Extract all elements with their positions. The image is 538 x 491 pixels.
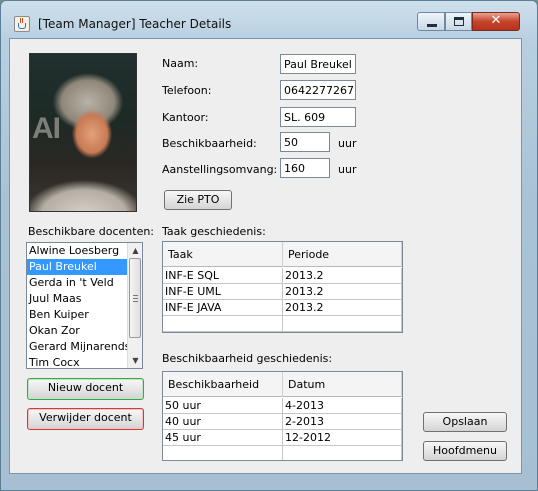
taak-column-header[interactable]: Taak [163, 242, 283, 267]
beschikbaarheid-table-cell: 50 uur [163, 398, 283, 414]
teacher-photo: AI [29, 53, 137, 212]
window-frame: [Team Manager] Teacher Details ✕ AI Naam… [0, 0, 538, 491]
docent-list-item[interactable]: Okan Zor [27, 323, 142, 339]
beschikbaarheid-table[interactable]: Beschikbaarheid Datum 50 uur 4-2013 40 uur 2-… [162, 371, 403, 461]
beschikbaarheid-unit: uur [338, 137, 357, 150]
taak-table-cell: 2013.2 [283, 284, 402, 300]
naam-label: Naam: [162, 57, 199, 70]
docent-list-item[interactable]: Gerda in 't Veld [27, 275, 142, 291]
photo-background-letters: AI [32, 112, 61, 145]
maximize-icon [454, 17, 464, 26]
telefoon-field[interactable]: 0642277267 [280, 80, 356, 100]
taak-table-row[interactable] [163, 316, 402, 332]
beschikbaarheid-table-cell [283, 446, 402, 460]
docenten-list-items: Alwine Loesberg Paul Breukel Gerda in 't V… [27, 243, 142, 368]
beschikbaarheid-table-cell [163, 446, 283, 460]
docenten-label: Beschikbare docenten: [28, 225, 155, 238]
beschikbaarheid-table-cell: 2-2013 [283, 414, 402, 430]
aanstelling-unit: uur [338, 163, 357, 176]
beschikbaarheid-table-cell: 40 uur [163, 414, 283, 430]
beschikbaarheid-history-label: Beschikbaarheid geschiedenis: [162, 352, 333, 365]
beschikbaarheid-table-cell: 45 uur [163, 430, 283, 446]
nieuw-docent-button[interactable]: Nieuw docent [27, 378, 144, 400]
beschikbaarheid-table-cell: 4-2013 [283, 398, 402, 414]
docent-list-item[interactable]: Paul Breukel [27, 259, 142, 275]
taak-table-cell [163, 316, 283, 332]
beschikbaarheid-table-row[interactable]: 45 uur 12-2012 [163, 430, 402, 446]
docent-list-item[interactable]: Gerard Mijnarends [27, 339, 142, 355]
minimize-icon [427, 24, 437, 27]
aanstelling-label: Aanstellingsomvang: [162, 163, 278, 176]
maximize-button[interactable] [445, 12, 472, 31]
kantoor-label: Kantoor: [162, 111, 209, 124]
taak-table-cell: 2013.2 [283, 268, 402, 284]
taak-column-header[interactable]: Periode [283, 242, 402, 267]
docent-list-item[interactable]: Juul Maas [27, 291, 142, 307]
naam-field[interactable]: Paul Breukel [280, 54, 356, 74]
taak-table-cell: INF-E SQL [163, 268, 283, 284]
taak-table[interactable]: Taak Periode INF-E SQL 2013.2 INF-E UML 2013.… [162, 241, 403, 333]
taak-table-row[interactable]: INF-E JAVA 2013.2 [163, 300, 402, 316]
verwijder-docent-button[interactable]: Verwijder docent [27, 408, 144, 430]
beschikbaarheid-table-cell: 12-2012 [283, 430, 402, 446]
beschikbaarheid-label: Beschikbaarheid: [162, 137, 257, 150]
beschikbaarheid-table-row[interactable] [163, 446, 402, 460]
beschikbaarheid-column-header[interactable]: Datum [283, 372, 402, 397]
beschikbaarheid-column-header[interactable]: Beschikbaarheid [163, 372, 283, 397]
zie-pto-button[interactable]: Zie PTO [164, 190, 232, 210]
taak-table-row[interactable]: INF-E UML 2013.2 [163, 284, 402, 300]
java-app-icon [14, 16, 30, 32]
taak-label: Taak geschiedenis: [162, 225, 266, 238]
docent-list-item[interactable]: Alwine Loesberg [27, 243, 142, 259]
taak-table-cell [283, 316, 402, 332]
beschikbaarheid-table-header: Beschikbaarheid Datum [163, 372, 402, 397]
minimize-button[interactable] [417, 12, 445, 31]
scroll-up-icon[interactable]: ▲ [128, 243, 142, 258]
scroll-thumb[interactable] [129, 258, 141, 338]
docent-list-item[interactable]: Ben Kuiper [27, 307, 142, 323]
kantoor-field[interactable]: SL. 609 [280, 107, 356, 127]
taak-table-row[interactable]: INF-E SQL 2013.2 [163, 268, 402, 284]
docenten-scrollbar[interactable]: ▲ ▼ [127, 243, 142, 368]
hoofdmenu-button[interactable]: Hoofdmenu [423, 441, 507, 461]
docenten-list[interactable]: Alwine Loesberg Paul Breukel Gerda in 't V… [26, 242, 143, 369]
window-title: [Team Manager] Teacher Details [38, 17, 232, 31]
taak-table-cell: INF-E JAVA [163, 300, 283, 316]
telefoon-label: Telefoon: [162, 84, 212, 97]
taak-table-cell: 2013.2 [283, 300, 402, 316]
content-panel: AI Naam: Paul Breukel Telefoon: 06422772… [9, 38, 522, 474]
close-button[interactable]: ✕ [472, 12, 520, 31]
window-controls: ✕ [417, 12, 524, 33]
aanstelling-field[interactable]: 160 [280, 158, 330, 178]
opslaan-button[interactable]: Opslaan [423, 412, 507, 432]
docent-list-item[interactable]: Tim Cocx [27, 355, 142, 368]
beschikbaarheid-table-row[interactable]: 40 uur 2-2013 [163, 414, 402, 430]
beschikbaarheid-table-row[interactable]: 50 uur 4-2013 [163, 398, 402, 414]
title-bar[interactable]: [Team Manager] Teacher Details ✕ [1, 1, 538, 37]
taak-table-cell: INF-E UML [163, 284, 283, 300]
scroll-down-icon[interactable]: ▼ [128, 353, 142, 368]
beschikbaarheid-field[interactable]: 50 [280, 132, 330, 152]
taak-table-header: Taak Periode [163, 242, 402, 267]
close-icon: ✕ [490, 13, 502, 28]
